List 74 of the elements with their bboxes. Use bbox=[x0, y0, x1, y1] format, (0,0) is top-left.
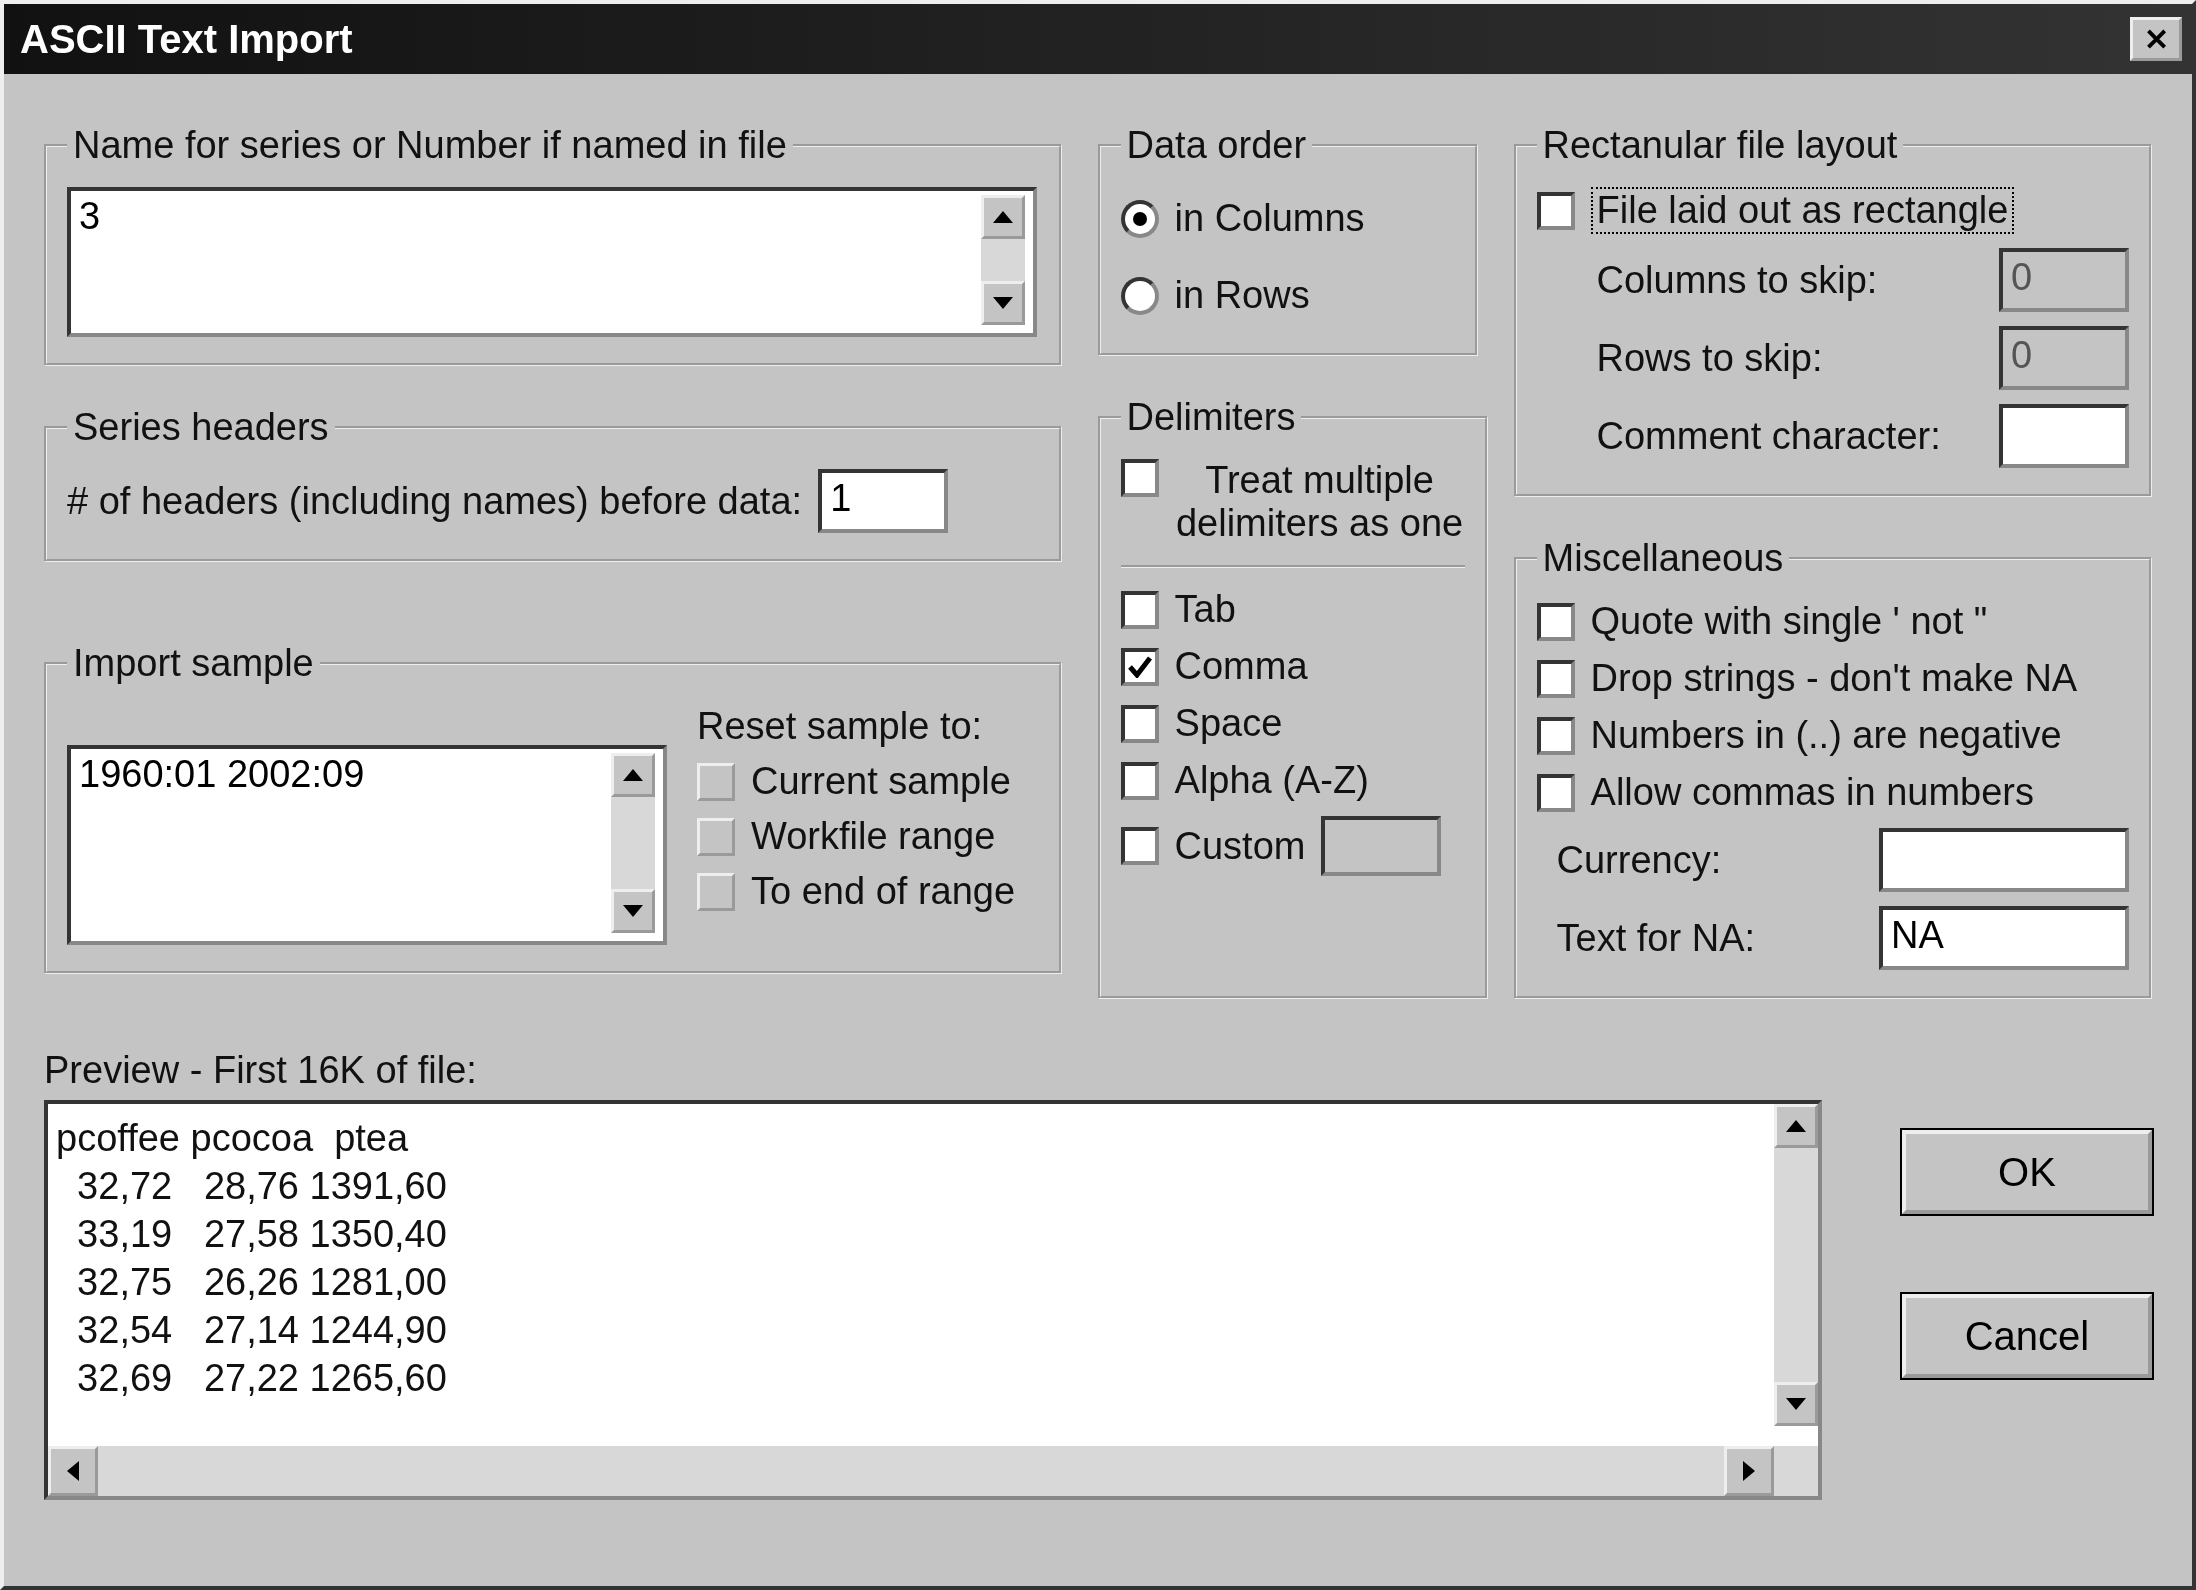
series-name-field[interactable]: 3 bbox=[67, 187, 1037, 337]
field-label: Rows to skip: bbox=[1596, 336, 1823, 380]
field-label: Text for NA: bbox=[1556, 916, 1756, 960]
field-label: Comment character: bbox=[1596, 414, 1941, 458]
checkbox[interactable] bbox=[1536, 773, 1575, 812]
checkbox[interactable] bbox=[1536, 602, 1575, 641]
reset-label: Reset sample to: bbox=[697, 705, 984, 748]
preview-line: 32,69 27,22 1265,60 bbox=[76, 1356, 448, 1401]
dialog-button[interactable]: OK bbox=[1902, 1130, 2152, 1214]
checkbox-label: Quote with single ' not " bbox=[1590, 600, 1988, 643]
checkbox-label: Numbers in (..) are negative bbox=[1590, 714, 2062, 757]
scroll-down-arrow-icon bbox=[993, 297, 1013, 309]
scrollbar[interactable] bbox=[1774, 1104, 1818, 1426]
checkbox-label: Comma bbox=[1174, 645, 1308, 688]
checkbox-label: Custom bbox=[1174, 824, 1306, 868]
scroll-down-arrow-icon bbox=[623, 905, 643, 917]
preview-line: 33,19 27,58 1350,40 bbox=[76, 1212, 448, 1257]
checkbox-label: Space bbox=[1174, 702, 1283, 745]
scroll-right-arrow-icon bbox=[1743, 1461, 1755, 1481]
custom-field[interactable] bbox=[1321, 816, 1442, 876]
scrollbar[interactable] bbox=[611, 753, 655, 933]
scroll-left-arrow-icon bbox=[67, 1461, 79, 1481]
scrollbar[interactable] bbox=[981, 195, 1025, 325]
window-title: ASCII Text Import bbox=[20, 16, 353, 62]
field-label: Currency: bbox=[1556, 838, 1722, 882]
button-label: To end of range bbox=[751, 870, 1016, 913]
checkbox[interactable] bbox=[1120, 590, 1159, 629]
preview-line: 32,72 28,76 1391,60 bbox=[76, 1164, 448, 1209]
preview-line: 32,54 27,14 1244,90 bbox=[76, 1308, 448, 1353]
radio-button[interactable] bbox=[1120, 276, 1159, 315]
radio-label: in Columns bbox=[1174, 197, 1365, 240]
group-label: Miscellaneous bbox=[1541, 537, 1785, 580]
checkbox[interactable] bbox=[1120, 827, 1159, 865]
checkbox[interactable] bbox=[1120, 761, 1159, 800]
checkbox-label: Treat multiple delimiters as one bbox=[1174, 459, 1465, 545]
checkbox[interactable] bbox=[1120, 647, 1159, 686]
checkmark-icon bbox=[1127, 655, 1152, 678]
group-label: Series headers bbox=[72, 406, 330, 449]
scroll-up-arrow-icon bbox=[993, 211, 1013, 223]
preview-label: Preview - First 16K of file: bbox=[44, 1049, 478, 1092]
checkbox-label: Drop strings - don't make NA bbox=[1590, 657, 2078, 700]
radio-label: in Rows bbox=[1174, 274, 1310, 317]
scrollbar[interactable] bbox=[48, 1446, 1818, 1496]
dialog-button[interactable]: Cancel bbox=[1902, 1294, 2152, 1378]
group-label: Import sample bbox=[72, 642, 315, 685]
checkbox[interactable] bbox=[1120, 704, 1159, 743]
headers-field[interactable]: 1 bbox=[818, 469, 949, 533]
checkbox-label: Alpha (A-Z) bbox=[1174, 759, 1369, 802]
group-label: Name for series or Number if named in file bbox=[72, 124, 788, 167]
checkbox[interactable] bbox=[1536, 716, 1575, 755]
checkbox-label: Allow commas in numbers bbox=[1590, 771, 2035, 814]
group-label: Rectanular file layout bbox=[1541, 124, 1899, 167]
checkbox[interactable] bbox=[1120, 459, 1159, 497]
scroll-up-arrow-icon bbox=[623, 769, 643, 781]
text-field[interactable]: NA bbox=[1879, 906, 2129, 970]
button-label: Current sample bbox=[751, 760, 1011, 803]
import-sample-field[interactable]: 1960:01 2002:09 bbox=[67, 745, 667, 945]
preview-line: 32,75 26,26 1281,00 bbox=[76, 1260, 448, 1305]
group-label: Delimiters bbox=[1125, 396, 1297, 439]
preview-line: pcoffee pcocoa ptea bbox=[56, 1116, 410, 1161]
number-field[interactable] bbox=[1999, 404, 2129, 468]
field-label: Columns to skip: bbox=[1596, 258, 1878, 302]
close-button[interactable]: ✕ bbox=[2130, 17, 2182, 61]
checkbox-label: Tab bbox=[1174, 588, 1236, 631]
button-label: Workfile range bbox=[751, 815, 996, 858]
field-label: # of headers (including names) before data: bbox=[67, 479, 803, 523]
group-label: Data order bbox=[1125, 124, 1308, 167]
checkbox[interactable] bbox=[1536, 191, 1575, 230]
radio-button[interactable] bbox=[1120, 199, 1159, 238]
scroll-up-arrow-icon bbox=[1786, 1120, 1806, 1132]
scroll-down-arrow-icon bbox=[1786, 1398, 1806, 1410]
text-field[interactable] bbox=[1879, 828, 2129, 892]
checkbox-label: File laid out as rectangle bbox=[1590, 187, 2015, 234]
checkbox[interactable] bbox=[1536, 659, 1575, 698]
